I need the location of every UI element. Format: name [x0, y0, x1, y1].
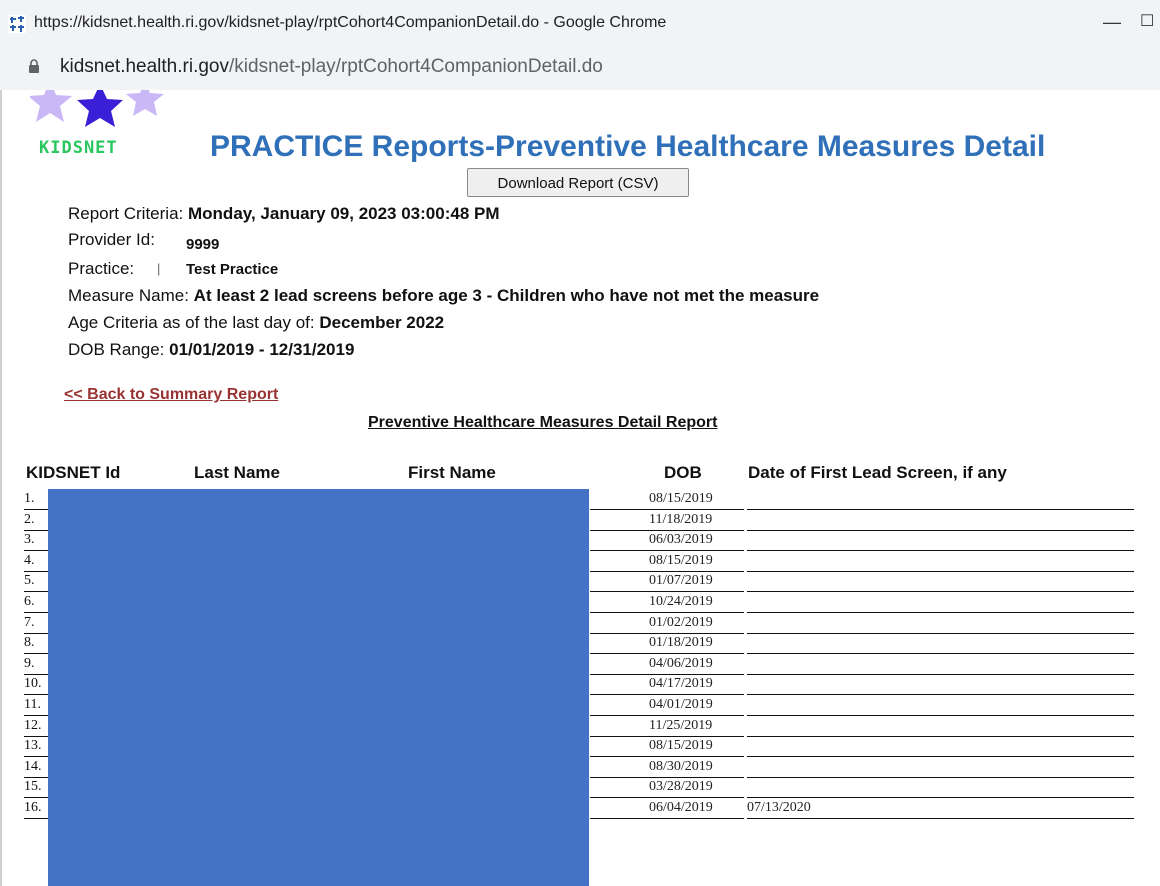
row-dob: 01/02/2019: [649, 614, 713, 630]
row-number: 15.: [24, 779, 42, 795]
row-dob: 01/18/2019: [649, 635, 713, 651]
practice-value: Test Practice: [186, 261, 279, 278]
report-criteria: Report Criteria: Monday, January 09, 202…: [68, 204, 500, 224]
row-dob: 10/24/2019: [649, 594, 713, 609]
row-dob: 11/18/2019: [649, 511, 713, 527]
row-number: 14.: [24, 758, 42, 774]
row-dob: 01/07/2019: [649, 573, 713, 589]
kidsnet-stars-logo-icon: [30, 90, 164, 127]
dob-range-label: DOB Range:: [68, 340, 165, 359]
row-number: 5.: [24, 573, 35, 589]
row-number: 8.: [24, 635, 35, 651]
row-dob: 06/04/2019: [649, 800, 713, 815]
dob-range-value: 01/01/2019 - 12/31/2019: [169, 340, 355, 359]
page-title: PRACTICE Reports-Preventive Healthcare M…: [210, 130, 1046, 163]
age-criteria-value: December 2022: [319, 313, 445, 332]
row-dob: 11/25/2019: [649, 717, 713, 733]
row-number: 9.: [24, 655, 35, 671]
row-number: 7.: [24, 614, 35, 630]
row-number: 1.: [24, 491, 35, 506]
url-path: /kidsnet-play/rptCohort4CompanionDetail.…: [229, 56, 603, 77]
minimize-icon[interactable]: —: [1092, 10, 1132, 34]
url-text[interactable]: kidsnet.health.ri.gov/kidsnet-play/rptCo…: [60, 56, 603, 78]
redaction-box: [48, 489, 589, 886]
provider-id-value: 9999: [186, 236, 220, 253]
column-header-last-name[interactable]: Last Name: [194, 463, 280, 483]
kidsnet-logo-text: KIDSNET: [39, 138, 118, 158]
provider-id: Provider Id: 9999: [68, 230, 219, 253]
row-number: 4.: [24, 552, 35, 568]
row-dob: 04/01/2019: [649, 697, 713, 712]
lock-icon: [29, 59, 39, 73]
column-header-first-lead-screen[interactable]: Date of First Lead Screen, if any: [748, 463, 1007, 483]
practice-separator: |: [157, 261, 161, 276]
dob-range: DOB Range: 01/01/2019 - 12/31/2019: [68, 340, 354, 360]
row-dob: 03/28/2019: [649, 779, 713, 795]
practice: Practice: | Test Practice: [68, 259, 278, 279]
maximize-icon[interactable]: ☐: [1140, 10, 1160, 34]
row-rule: [590, 818, 744, 819]
row-number: 16.: [24, 800, 42, 815]
age-criteria: Age Criteria as of the last day of: Dece…: [68, 313, 444, 333]
row-dob: 08/15/2019: [649, 738, 713, 754]
row-dob: 06/03/2019: [649, 532, 713, 548]
row-number: 6.: [24, 594, 35, 609]
row-first-lead-screen: 07/13/2020: [747, 800, 811, 815]
measure-name-value: At least 2 lead screens before age 3 - C…: [193, 286, 820, 305]
row-dob: 08/30/2019: [649, 758, 713, 774]
report-criteria-label: Report Criteria:: [68, 204, 184, 223]
address-bar[interactable]: kidsnet.health.ri.gov/kidsnet-play/rptCo…: [0, 42, 1160, 90]
row-dob: 04/17/2019: [649, 676, 713, 692]
back-to-summary-link[interactable]: << Back to Summary Report: [64, 386, 278, 404]
report-subtitle: Preventive Healthcare Measures Detail Re…: [368, 414, 718, 431]
row-rule: [747, 818, 1134, 819]
row-number: 2.: [24, 511, 35, 527]
kidsnet-favicon-icon: [8, 15, 26, 33]
row-dob: 08/15/2019: [649, 491, 713, 506]
row-dob: 04/06/2019: [649, 655, 713, 671]
url-host: kidsnet.health.ri.gov: [60, 56, 229, 77]
practice-label: Practice:: [68, 259, 135, 278]
column-header-dob[interactable]: DOB: [664, 463, 702, 483]
browser-title-bar: https://kidsnet.health.ri.gov/kidsnet-pl…: [0, 0, 1160, 42]
provider-id-label: Provider Id:: [68, 230, 155, 249]
row-rule: [24, 818, 48, 819]
window-title: https://kidsnet.health.ri.gov/kidsnet-pl…: [34, 14, 667, 31]
measure-name-label: Measure Name:: [68, 286, 189, 305]
row-number: 3.: [24, 532, 35, 548]
measure-name: Measure Name: At least 2 lead screens be…: [68, 286, 819, 306]
row-dob: 08/15/2019: [649, 552, 713, 568]
row-number: 10.: [24, 676, 42, 692]
column-header-kidsnet-id[interactable]: KIDSNET Id: [26, 463, 120, 483]
report-criteria-value: Monday, January 09, 2023 03:00:48 PM: [188, 204, 500, 223]
row-number: 13.: [24, 738, 42, 754]
row-number: 11.: [24, 697, 41, 712]
download-csv-button[interactable]: Download Report (CSV): [467, 168, 689, 197]
column-header-first-name[interactable]: First Name: [408, 463, 496, 483]
row-number: 12.: [24, 717, 42, 733]
age-criteria-label: Age Criteria as of the last day of:: [68, 313, 315, 332]
